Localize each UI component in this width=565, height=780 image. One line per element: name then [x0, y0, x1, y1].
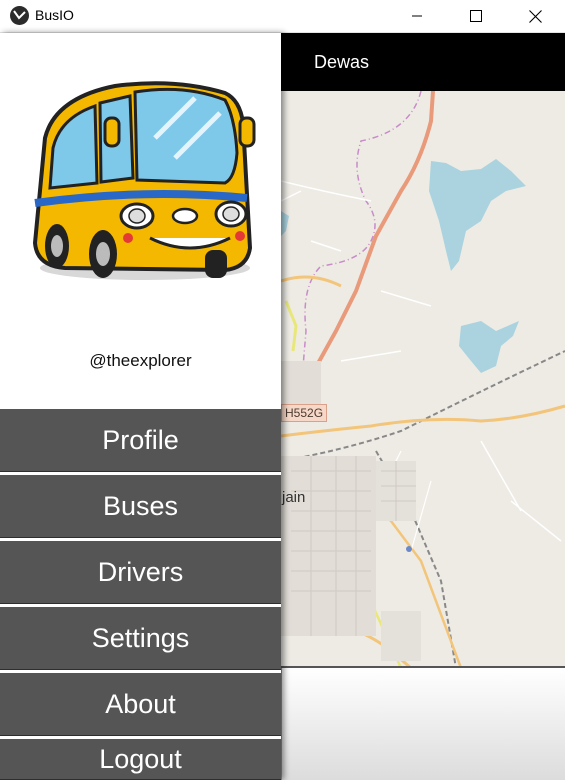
profile-button[interactable]: Profile [0, 409, 281, 472]
buses-button[interactable]: Buses [0, 475, 281, 538]
maximize-button[interactable] [447, 0, 505, 32]
map-place-label: jain [282, 489, 306, 506]
logout-button[interactable]: Logout [0, 739, 281, 780]
app-logo-icon [10, 6, 29, 25]
minimize-button[interactable] [388, 0, 446, 32]
map-road-label: H552G [281, 404, 328, 422]
maximize-icon [470, 10, 482, 22]
username-label: @theexplorer [89, 351, 192, 370]
minimize-icon [412, 15, 422, 17]
about-button[interactable]: About [0, 673, 281, 736]
map-header-bar: Dewas [281, 33, 565, 91]
school-bus-illustration [25, 78, 270, 293]
bottom-panel [281, 668, 565, 780]
settings-button[interactable]: Settings [0, 607, 281, 670]
window-titlebar: BusIO [0, 0, 565, 33]
window-title: BusIO [35, 7, 74, 23]
map-view[interactable]: H552G jain [281, 91, 565, 668]
drivers-button[interactable]: Drivers [0, 541, 281, 604]
close-button[interactable] [506, 0, 564, 32]
map-tiles [281, 91, 565, 666]
map-city-label: Dewas [314, 52, 370, 72]
navigation-drawer: @theexplorer Profile Buses Drivers Setti… [0, 33, 281, 780]
close-icon [528, 9, 542, 23]
